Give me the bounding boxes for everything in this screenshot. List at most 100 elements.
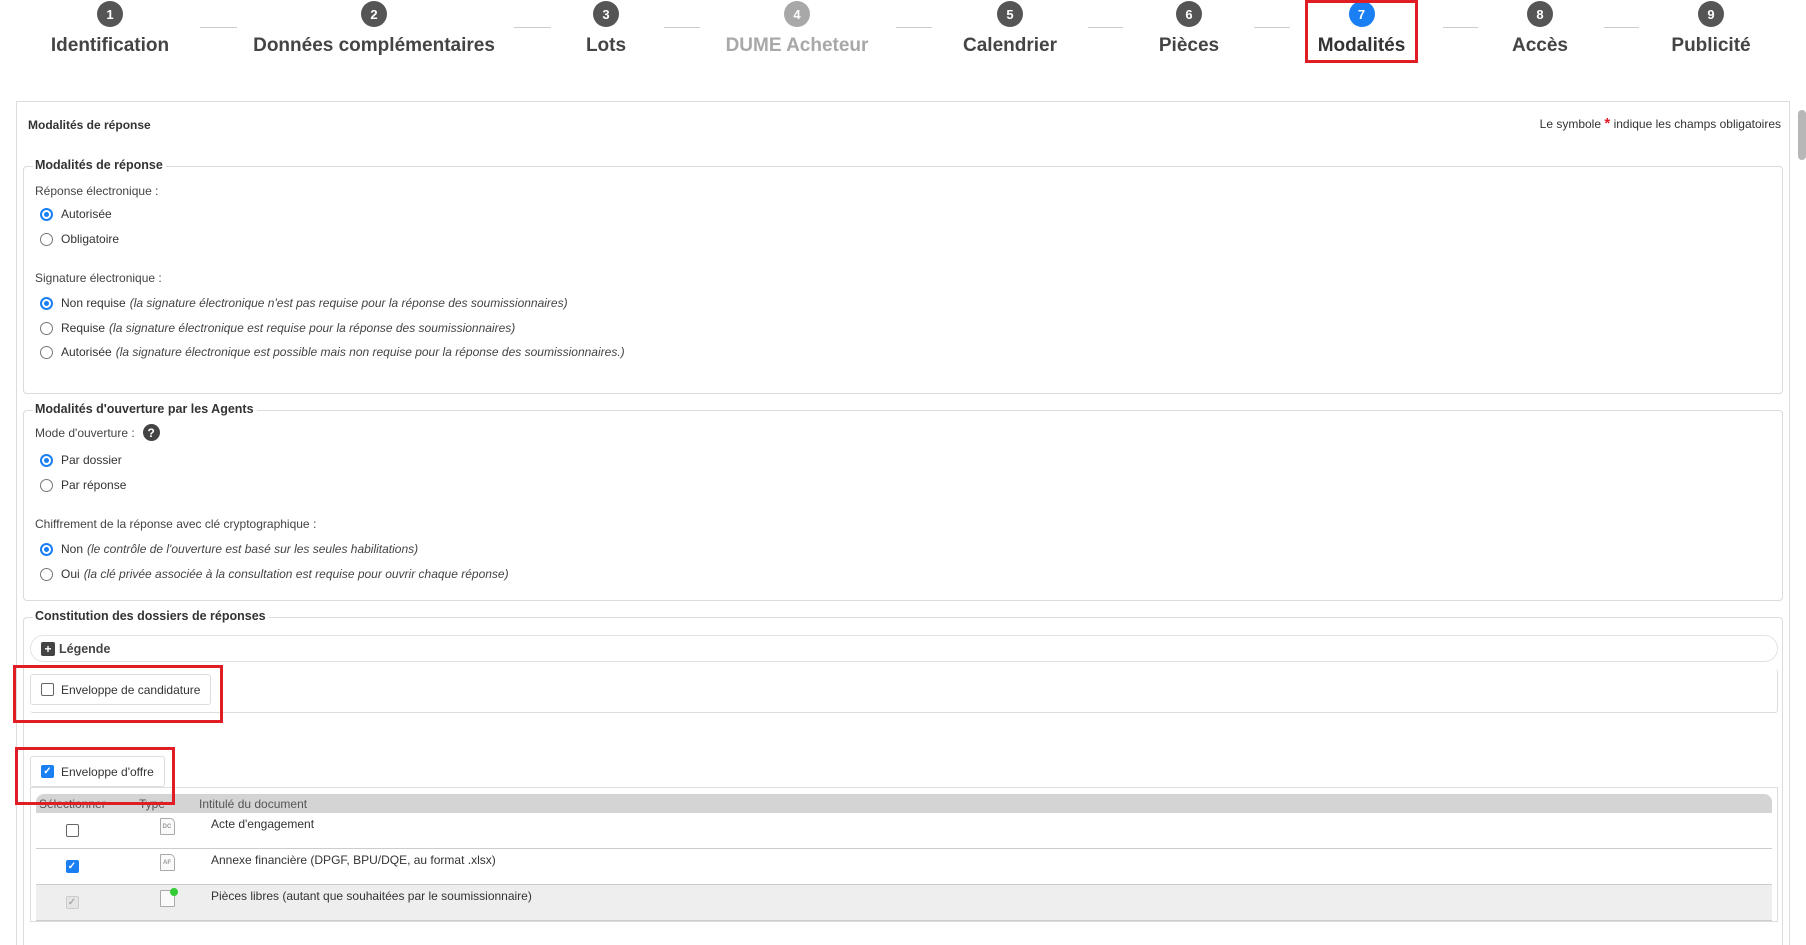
row-checkbox[interactable] xyxy=(65,824,79,837)
step-calendrier[interactable]: 5 Calendrier xyxy=(950,0,1070,57)
option-label: Non xyxy=(61,542,84,556)
step-number: 5 xyxy=(997,1,1023,27)
radio-signature-requise[interactable]: Requise (la signature électronique est r… xyxy=(40,321,515,335)
step-publicite[interactable]: 9 Publicité xyxy=(1651,0,1771,57)
step-label: Données complémentaires xyxy=(253,35,495,56)
doc-add-icon xyxy=(159,888,178,907)
step-connector xyxy=(1088,27,1123,28)
radio-button[interactable] xyxy=(40,345,53,359)
radio-electronique-autorisee[interactable]: Autorisée xyxy=(40,207,112,221)
step-label: DUME Acheteur xyxy=(725,35,869,56)
step-label: Publicité xyxy=(1671,35,1751,56)
step-identification[interactable]: 1 Identification xyxy=(38,0,182,57)
modalites-panel: Modalités de réponse Le symbole * indiqu… xyxy=(16,101,1790,945)
signature-label: Signature électronique : xyxy=(35,271,162,285)
radio-button[interactable] xyxy=(40,296,53,310)
legende-label: Légende xyxy=(59,641,111,656)
radio-button[interactable] xyxy=(40,478,53,492)
step-label: Pièces xyxy=(1158,35,1220,56)
radio-button[interactable] xyxy=(40,542,53,556)
document-name: Acte d'engagement xyxy=(211,817,315,831)
required-note-suffix: indique les champs obligatoires xyxy=(1613,117,1781,131)
required-fields-note: Le symbole * indique les champs obligato… xyxy=(1540,115,1781,132)
radio-button[interactable] xyxy=(40,321,53,335)
radio-electronique-obligatoire[interactable]: Obligatoire xyxy=(40,232,119,246)
reponse-fieldset: Modalités de réponse Réponse électroniqu… xyxy=(23,158,1783,394)
required-note-prefix: Le symbole xyxy=(1539,117,1602,131)
step-number: 4 xyxy=(784,1,810,27)
mode-ouverture-label: Mode d'ouverture : ? xyxy=(35,424,160,441)
radio-par-dossier[interactable]: Par dossier xyxy=(40,453,122,467)
option-label: Par dossier xyxy=(61,453,122,467)
select-cell xyxy=(37,885,107,909)
legende-toggle[interactable]: + Légende xyxy=(30,635,1778,662)
panel-title: Modalités de réponse xyxy=(28,118,151,132)
step-lots[interactable]: 3 Lots xyxy=(566,0,646,57)
step-acces[interactable]: 8 Accès xyxy=(1490,0,1590,57)
constitution-fieldset: Constitution des dossiers de réponses + … xyxy=(23,609,1783,945)
step-number: 1 xyxy=(97,1,123,27)
step-label: Calendrier xyxy=(963,35,1057,56)
candidature-highlight xyxy=(13,665,223,723)
option-description: (la signature électronique n'est pas req… xyxy=(129,296,568,310)
scrollbar-thumb[interactable] xyxy=(1798,110,1806,160)
option-label: Requise xyxy=(61,321,106,335)
step-number: 6 xyxy=(1176,1,1202,27)
help-icon[interactable]: ? xyxy=(142,424,160,441)
document-name: Pièces libres (autant que souhaitées par… xyxy=(211,889,532,903)
table-row: DC Acte d'engagement xyxy=(36,813,1772,849)
step-connector xyxy=(1443,27,1478,28)
reponse-legend: Modalités de réponse xyxy=(33,158,166,172)
radio-button[interactable] xyxy=(40,232,53,246)
step-connector xyxy=(896,27,932,28)
radio-signature-non-requise[interactable]: Non requise (la signature électronique n… xyxy=(40,296,568,310)
select-cell xyxy=(37,813,107,837)
header-name: Intitulé du document xyxy=(199,796,308,811)
option-description: (la signature électronique est possible … xyxy=(115,345,625,359)
step-connector xyxy=(664,27,700,28)
step-number: 3 xyxy=(593,1,619,27)
step-connector xyxy=(200,27,237,28)
af-document-icon: AF xyxy=(159,854,175,871)
type-cell xyxy=(107,885,211,907)
row-checkbox[interactable] xyxy=(65,860,79,873)
mode-ouverture-text: Mode d'ouverture : xyxy=(35,425,135,440)
chiffrement-label: Chiffrement de la réponse avec clé crypt… xyxy=(35,517,317,531)
table-header: Sélectionner Type Intitulé du document xyxy=(36,794,1772,813)
step-dume-acheteur: 4 DUME Acheteur xyxy=(718,0,876,57)
select-cell xyxy=(37,849,107,873)
type-cell: DC xyxy=(107,813,211,835)
radio-button[interactable] xyxy=(40,567,53,581)
radio-chiffrement-oui[interactable]: Oui (la clé privée associée à la consult… xyxy=(40,567,509,581)
option-description: (la clé privée associée à la consultatio… xyxy=(83,567,509,581)
option-label: Par réponse xyxy=(61,478,127,492)
option-label: Autorisée xyxy=(61,207,112,221)
option-description: (la signature électronique est requise p… xyxy=(109,321,516,335)
option-label: Oui xyxy=(61,567,80,581)
required-star-icon: * xyxy=(1604,115,1611,132)
step-pieces[interactable]: 6 Pièces xyxy=(1139,0,1239,57)
ouverture-legend: Modalités d'ouverture par les Agents xyxy=(33,402,257,416)
step-connector xyxy=(1254,27,1290,28)
step-donnees-complementaires[interactable]: 2 Données complémentaires xyxy=(253,0,495,57)
offre-highlight xyxy=(15,747,175,805)
dc-document-icon: DC xyxy=(159,818,175,835)
step-label: Identification xyxy=(50,35,170,56)
row-checkbox xyxy=(65,896,79,909)
radio-par-reponse[interactable]: Par réponse xyxy=(40,478,126,492)
document-name: Annexe financière (DPGF, BPU/DQE, au for… xyxy=(211,853,496,867)
ouverture-fieldset: Modalités d'ouverture par les Agents Mod… xyxy=(23,402,1783,601)
radio-button[interactable] xyxy=(40,207,53,221)
step-connector xyxy=(1604,27,1639,28)
option-label: Obligatoire xyxy=(61,232,120,246)
step-number: 8 xyxy=(1527,1,1553,27)
radio-button[interactable] xyxy=(40,453,53,467)
step-label: Lots xyxy=(585,35,627,56)
radio-signature-autorisee[interactable]: Autorisée (la signature électronique est… xyxy=(40,345,625,359)
constitution-legend: Constitution des dossiers de réponses xyxy=(33,609,269,623)
step-number: 9 xyxy=(1698,1,1724,27)
radio-chiffrement-non[interactable]: Non (le contrôle de l'ouverture est basé… xyxy=(40,542,418,556)
reponse-electronique-label: Réponse électronique : xyxy=(35,184,159,198)
candidature-box xyxy=(30,669,1778,713)
table-row: Pièces libres (autant que souhaitées par… xyxy=(36,885,1772,921)
